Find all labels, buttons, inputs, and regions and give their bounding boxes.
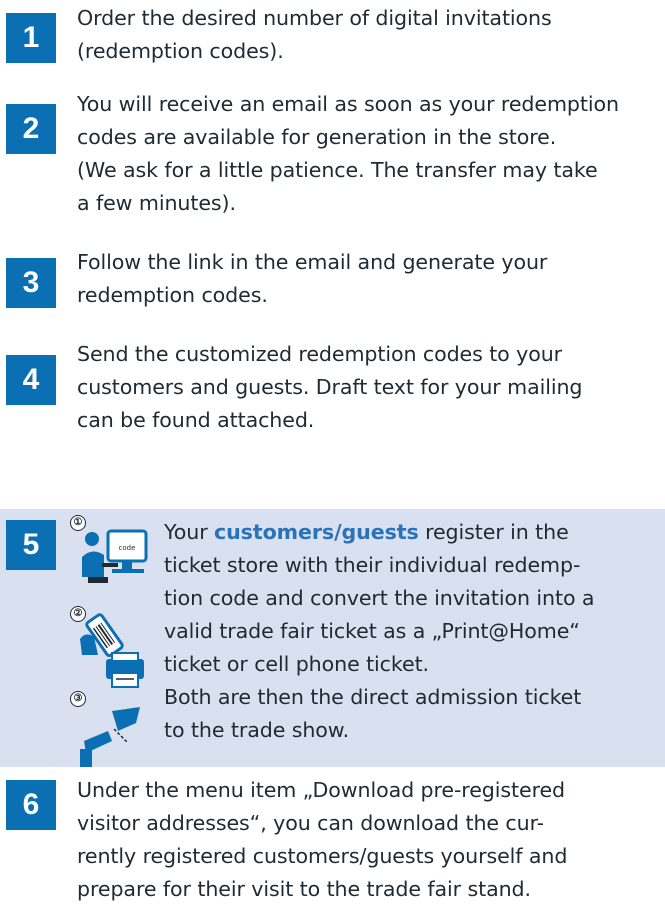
step-number-badge: 3 — [6, 258, 56, 308]
step-number-badge: 6 — [6, 780, 56, 830]
text-line: (We ask for a little patience. The trans… — [77, 158, 598, 182]
text-line: (redemption codes). — [77, 39, 284, 63]
text-line: to the trade show. — [164, 718, 350, 742]
text-line: customers and guests. Draft text for you… — [77, 375, 583, 399]
text-line: Order the desired number of digital invi… — [77, 6, 552, 30]
text-line: visitor addresses“, you can download the… — [77, 811, 544, 835]
text-line: Your customers/guests register in the — [164, 516, 657, 549]
hand-holding-ticket-icon — [80, 707, 140, 767]
step-number-badge: 4 — [6, 355, 56, 405]
text-line: You will receive an email as soon as you… — [77, 92, 619, 116]
text-fragment: register in the — [418, 520, 569, 544]
step-text: You will receive an email as soon as you… — [77, 88, 657, 220]
step-text: Under the menu item „Download pre-regist… — [77, 774, 657, 906]
text-line: Follow the link in the email and generat… — [77, 250, 548, 274]
person-at-computer-icon: code — [82, 529, 148, 583]
step-text: Send the customized redemption codes to … — [77, 338, 657, 437]
step-number-badge: 5 — [6, 520, 56, 570]
text-line: rently registered customers/guests yours… — [77, 844, 568, 868]
phone-and-printer-icon — [80, 613, 144, 688]
text-line: can be found attached. — [77, 408, 315, 432]
text-line: codes are available for generation in th… — [77, 125, 557, 149]
step-text: Follow the link in the email and generat… — [77, 246, 657, 312]
step-text: Order the desired number of digital invi… — [77, 2, 657, 68]
text-line: valid trade fair ticket as a „Print@Home… — [164, 619, 580, 643]
step-text: Your customers/guests register in the ti… — [164, 516, 657, 747]
text-line: Under the menu item „Download pre-regist… — [77, 778, 566, 802]
text-line: redemption codes. — [77, 283, 268, 307]
code-screen-label: code — [119, 544, 136, 552]
text-line: a few minutes). — [77, 191, 236, 215]
step-number-badge: 2 — [6, 104, 56, 154]
text-line: prepare for their visit to the trade fai… — [77, 877, 531, 901]
text-line: ticket or cell phone ticket. — [164, 652, 429, 676]
step-number-badge: 1 — [6, 13, 56, 63]
text-line: Both are then the direct admission ticke… — [164, 685, 582, 709]
text-fragment: Your — [164, 520, 215, 544]
customers-guests-emphasis: customers/guests — [214, 520, 419, 544]
process-illustrations: ① code ② ③ — [70, 509, 160, 767]
text-line: tion code and convert the invitation int… — [164, 586, 595, 610]
text-line: Send the customized redemption codes to … — [77, 342, 563, 366]
text-line: ticket store with their individual redem… — [164, 553, 581, 577]
